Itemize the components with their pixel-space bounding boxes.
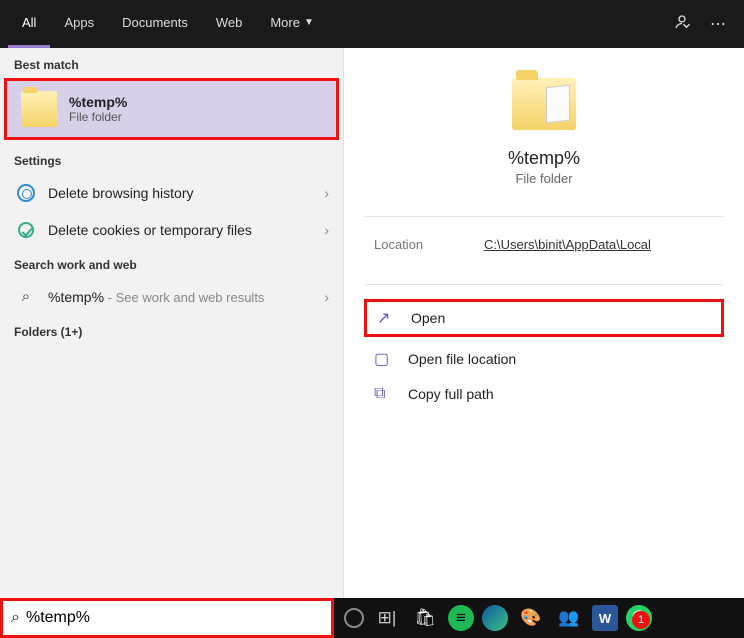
search-filter-tabs: All Apps Documents Web More▼ ⋯ — [0, 0, 744, 48]
preview-title: %temp% — [508, 148, 580, 169]
taskbar: ⊞| 🛍 ≡ 🎨 👥 W ✆ 1 — [334, 598, 744, 638]
chevron-down-icon: ▼ — [304, 17, 314, 28]
copy-icon: ⧉ — [374, 385, 396, 403]
word-icon[interactable]: W — [592, 605, 618, 631]
more-options-icon[interactable]: ⋯ — [700, 14, 736, 34]
store-icon[interactable]: 🛍 — [410, 603, 440, 633]
action-copy-full-path[interactable]: ⧉ Copy full path — [344, 377, 744, 411]
folders-heading[interactable]: Folders (1+) — [0, 315, 343, 349]
cortana-icon[interactable] — [344, 608, 364, 628]
best-match-subtitle: File folder — [69, 110, 127, 124]
settings-item-delete-cookies[interactable]: Delete cookies or temporary files › — [0, 212, 343, 248]
folder-open-icon: ▢ — [374, 349, 396, 369]
notification-badge: 1 — [632, 611, 650, 629]
divider — [364, 216, 724, 217]
feedback-icon[interactable] — [664, 13, 700, 36]
spotify-icon[interactable]: ≡ — [448, 605, 474, 631]
tab-more[interactable]: More▼ — [256, 0, 328, 48]
chevron-right-icon: › — [324, 222, 329, 238]
cleanup-icon — [14, 222, 38, 238]
paint-icon[interactable]: 🎨 — [516, 603, 546, 633]
location-link[interactable]: C:\Users\binit\AppData\Local — [484, 237, 651, 252]
location-label: Location — [374, 237, 484, 252]
preview-panel: %temp% File folder Location C:\Users\bin… — [344, 48, 744, 598]
chevron-right-icon: › — [324, 289, 329, 305]
divider — [364, 284, 724, 285]
results-panel: Best match %temp% File folder Settings D… — [0, 48, 344, 598]
action-open[interactable]: ↗ Open — [364, 299, 724, 337]
whatsapp-icon[interactable]: ✆ 1 — [626, 605, 652, 631]
settings-heading: Settings — [0, 144, 343, 174]
search-icon: ⌕ — [11, 609, 20, 627]
tab-documents[interactable]: Documents — [108, 0, 202, 48]
search-web-item[interactable]: ⌕ %temp% - See work and web results › — [0, 278, 343, 315]
search-box[interactable]: ⌕ — [0, 598, 334, 638]
open-icon: ↗ — [377, 308, 399, 328]
search-input[interactable] — [26, 609, 323, 627]
tab-apps[interactable]: Apps — [50, 0, 108, 48]
tab-web[interactable]: Web — [202, 0, 257, 48]
settings-item-delete-history[interactable]: Delete browsing history › — [0, 174, 343, 212]
teams-icon[interactable]: 👥 — [554, 603, 584, 633]
globe-icon — [14, 184, 38, 202]
folder-icon — [21, 91, 57, 127]
best-match-heading: Best match — [0, 48, 343, 78]
task-view-icon[interactable]: ⊞| — [372, 603, 402, 633]
action-open-file-location[interactable]: ▢ Open file location — [344, 341, 744, 377]
best-match-result[interactable]: %temp% File folder — [4, 78, 339, 140]
tab-all[interactable]: All — [8, 0, 50, 48]
preview-subtitle: File folder — [515, 171, 572, 186]
best-match-title: %temp% — [69, 94, 127, 110]
folder-large-icon — [512, 78, 576, 130]
search-web-heading: Search work and web — [0, 248, 343, 278]
edge-icon[interactable] — [482, 605, 508, 631]
chevron-right-icon: › — [324, 185, 329, 201]
search-icon: ⌕ — [14, 288, 38, 305]
